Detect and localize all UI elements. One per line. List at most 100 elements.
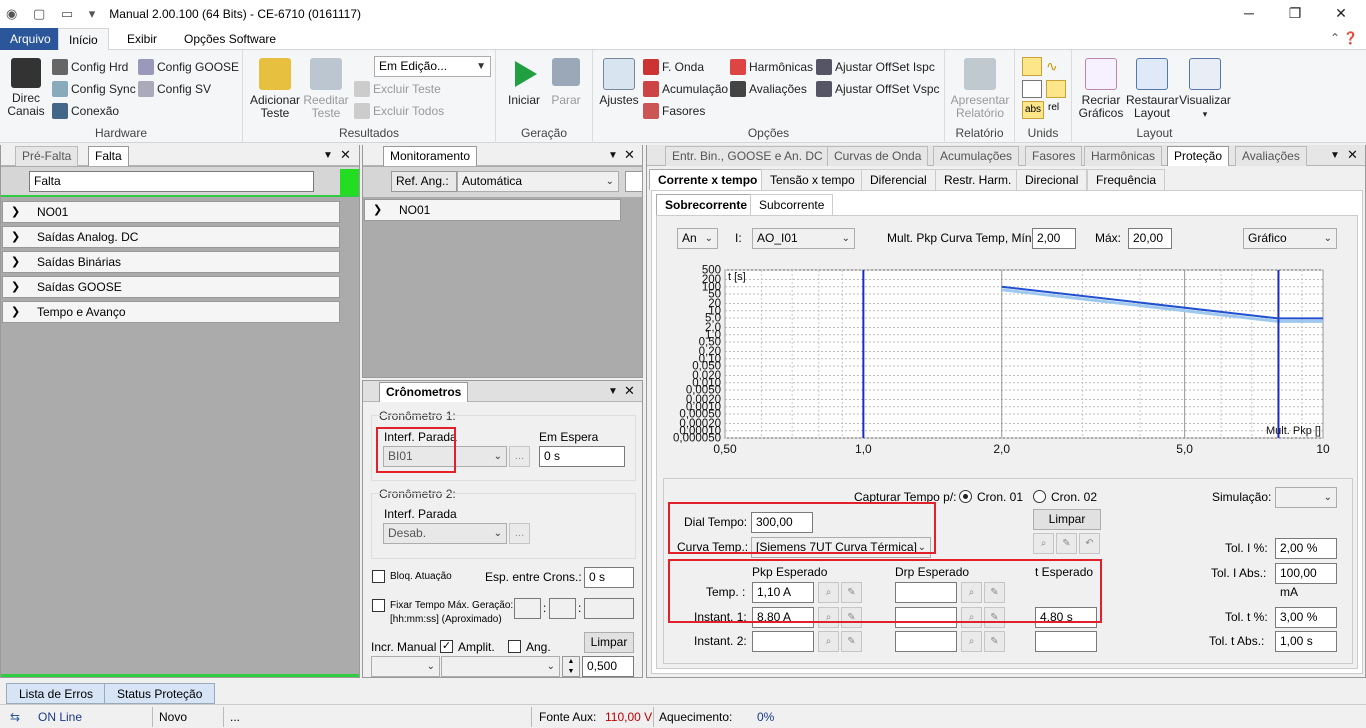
- config-sync-button[interactable]: Config Sync: [52, 81, 136, 97]
- subtab-frequencia[interactable]: Frequência: [1087, 169, 1166, 190]
- panel-close-icon[interactable]: ✕: [340, 147, 351, 163]
- tab-status-protecao[interactable]: Status Proteção: [104, 683, 216, 704]
- f-onda-button[interactable]: F. Onda: [643, 59, 704, 75]
- subtab-sobrecorrente[interactable]: Sobrecorrente: [656, 194, 757, 215]
- help-icon[interactable]: ⌃ ❓: [1330, 31, 1358, 45]
- subtab-direcional[interactable]: Direcional: [1016, 169, 1088, 190]
- incr-channel-select[interactable]: ⌄: [441, 656, 560, 677]
- panel-close-icon[interactable]: ✕: [624, 147, 635, 163]
- esp-field[interactable]: 0 s: [584, 567, 634, 588]
- tab-harmonicas[interactable]: Harmônicas: [1084, 146, 1163, 166]
- offset-vspc-button[interactable]: Ajustar OffSet Vspc: [816, 81, 940, 97]
- rel-button[interactable]: rel: [1048, 102, 1059, 113]
- pick-icon[interactable]: ✎: [1056, 533, 1077, 554]
- name-field[interactable]: Falta: [29, 171, 314, 192]
- minimize-button[interactable]: ─: [1226, 0, 1272, 28]
- close-button[interactable]: ✕: [1318, 0, 1364, 28]
- tab-acumulacoes[interactable]: Acumulações: [933, 146, 1020, 166]
- config-sv-button[interactable]: Config SV: [138, 81, 211, 97]
- zoom-icon[interactable]: ⌕: [961, 631, 982, 652]
- config-goose-button[interactable]: Config GOOSE: [138, 59, 239, 75]
- adicionar-teste-button[interactable]: Adicionar Teste: [248, 58, 302, 120]
- monitor-section-no01[interactable]: ❯ NO01: [364, 199, 621, 221]
- quick-access-icons[interactable]: ◉ ▢ ▭ ▾: [6, 6, 101, 22]
- tab-falta[interactable]: Falta: [88, 146, 129, 166]
- tol-i-pct-field[interactable]: 2,00 %: [1275, 538, 1337, 559]
- amplit-checkbox[interactable]: ✓: [440, 640, 453, 653]
- visualizar-button[interactable]: Visualizar ▾: [1178, 58, 1232, 121]
- section-saidas-binarias[interactable]: ❯ Saídas Binárias: [2, 251, 340, 273]
- fixar-checkbox[interactable]: [372, 599, 385, 612]
- ang-checkbox[interactable]: [508, 640, 521, 653]
- tol-t-abs-field[interactable]: 1,00 s: [1275, 631, 1337, 652]
- section-saidas-analog[interactable]: ❯ Saídas Analog. DC: [2, 226, 340, 248]
- wave-unit-icon[interactable]: ∿: [1046, 58, 1058, 75]
- tab-avaliacoes[interactable]: Avaliações: [1235, 146, 1307, 166]
- iniciar-button[interactable]: Iniciar: [504, 58, 544, 107]
- restore-button[interactable]: ❐: [1272, 0, 1318, 28]
- zoom-icon[interactable]: ⌕: [1033, 533, 1054, 554]
- section-no01[interactable]: ❯ NO01: [2, 201, 340, 223]
- subtab-corrente-tempo[interactable]: Corrente x tempo: [649, 169, 767, 190]
- tol-t-pct-field[interactable]: 3,00 %: [1275, 607, 1337, 628]
- reeditar-teste-button[interactable]: Reeditar Teste: [303, 58, 349, 120]
- step-spinner[interactable]: ▲ ▼: [562, 656, 580, 677]
- ajustes-button[interactable]: Ajustes: [598, 58, 640, 107]
- ref-ang-select[interactable]: Automática ⌄: [457, 171, 619, 192]
- fasores-button[interactable]: Fasores: [643, 103, 705, 119]
- tab-fasores[interactable]: Fasores: [1025, 146, 1083, 166]
- restaurar-layout-button[interactable]: Restaurar Layout: [1126, 58, 1179, 120]
- tab-protecao[interactable]: Proteção: [1167, 146, 1230, 166]
- bloq-checkbox[interactable]: [372, 570, 385, 583]
- tab-curvas-onda[interactable]: Curvas de Onda: [827, 146, 929, 166]
- tol-i-abs-field[interactable]: 100,00 mA: [1275, 563, 1337, 599]
- espera-field[interactable]: 0 s: [539, 446, 625, 467]
- tab-pre-falta[interactable]: Pré-Falta: [15, 146, 79, 166]
- view-select[interactable]: Gráfico ⌄: [1243, 228, 1337, 249]
- harmonicas-button[interactable]: Harmônicas: [730, 59, 813, 75]
- tab-opcoes-software[interactable]: Opções Software: [174, 28, 286, 50]
- section-saidas-goose[interactable]: ❯ Saídas GOOSE: [2, 276, 340, 298]
- mult-min-field[interactable]: 2,00: [1032, 228, 1076, 249]
- tab-lista-erros[interactable]: Lista de Erros: [6, 683, 107, 704]
- tab-monitoramento[interactable]: Monitoramento: [383, 146, 478, 166]
- inst2-t-field[interactable]: [1035, 631, 1097, 652]
- subtab-subcorrente[interactable]: Subcorrente: [750, 194, 834, 215]
- cron01-radio[interactable]: [959, 490, 972, 503]
- tab-inicio[interactable]: Início: [58, 28, 109, 51]
- panel-close-icon[interactable]: ✕: [1347, 147, 1358, 163]
- cron2-interf-select[interactable]: Desab. ⌄: [383, 523, 507, 544]
- subtab-restr-harm[interactable]: Restr. Harm.: [935, 169, 1021, 190]
- mult-max-field[interactable]: 20,00: [1128, 228, 1172, 249]
- step-field[interactable]: 0,500: [582, 656, 634, 677]
- subtab-tensao-tempo[interactable]: Tensão x tempo: [761, 169, 864, 190]
- subtab-diferencial[interactable]: Diferencial: [861, 169, 936, 190]
- cron2-more-button[interactable]: …: [509, 523, 530, 544]
- i-select[interactable]: AO_I01 ⌄: [752, 228, 855, 249]
- inst2-drp-field[interactable]: [895, 631, 957, 652]
- cron1-more-button[interactable]: …: [509, 446, 530, 467]
- section-tempo-avanco[interactable]: ❯ Tempo e Avanço: [2, 301, 340, 323]
- zoom-icon[interactable]: ⌕: [818, 631, 839, 652]
- tab-arquivo[interactable]: Arquivo: [0, 28, 61, 50]
- acumulacao-button[interactable]: Acumulação: [643, 81, 728, 97]
- offset-ispc-button[interactable]: Ajustar OffSet Ispc: [816, 59, 935, 75]
- avaliacoes-button[interactable]: Avaliações: [730, 81, 807, 97]
- panel-menu-icon[interactable]: ▼: [608, 150, 618, 161]
- fixar-hh-field[interactable]: [514, 598, 541, 619]
- config-hrd-button[interactable]: Config Hrd: [52, 59, 128, 75]
- cron-limpar-button[interactable]: Limpar: [584, 632, 634, 653]
- an-select[interactable]: An ⌄: [677, 228, 718, 249]
- cron02-radio[interactable]: [1033, 490, 1046, 503]
- excluir-teste-button[interactable]: Excluir Teste: [354, 81, 441, 97]
- panel-menu-icon[interactable]: ▼: [608, 386, 618, 397]
- conexao-button[interactable]: Conexão: [52, 103, 119, 119]
- parar-button[interactable]: Parar: [546, 58, 586, 107]
- panel-menu-icon[interactable]: ▼: [323, 150, 333, 161]
- em-edicao-select[interactable]: Em Edição... ▼: [374, 56, 491, 77]
- incr-unit-select[interactable]: ⌄: [371, 656, 440, 677]
- recriar-graficos-button[interactable]: Recriar Gráficos: [1076, 58, 1126, 120]
- simulacao-select[interactable]: ⌄: [1275, 487, 1337, 508]
- tab-exibir[interactable]: Exibir: [117, 28, 167, 50]
- apresentar-relatorio-button[interactable]: Apresentar Relatório: [949, 58, 1011, 120]
